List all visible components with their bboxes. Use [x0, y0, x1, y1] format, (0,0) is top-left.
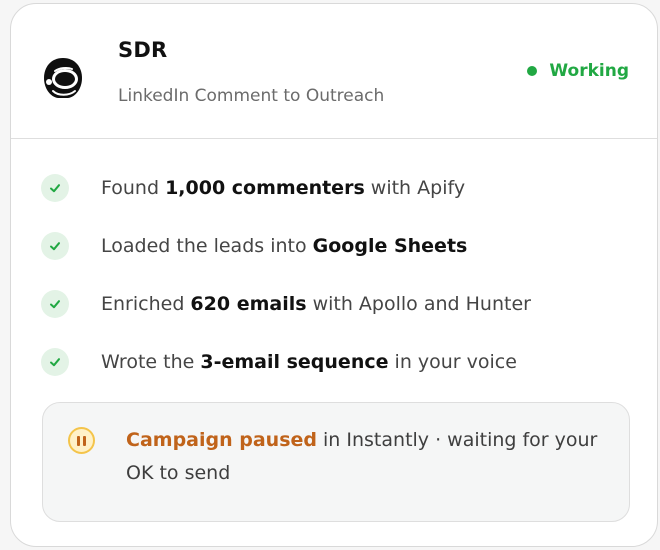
step-text: Loaded the leads into Google Sheets: [101, 235, 467, 257]
step-text: Wrote the 3-email sequence in your voice: [101, 351, 517, 373]
status-dot-icon: [527, 66, 538, 76]
agent-card: SDR LinkedIn Comment to Outreach Working…: [10, 3, 658, 547]
check-icon: [41, 232, 69, 260]
status-label: Working: [549, 61, 629, 81]
step-suffix: with Apollo and Hunter: [306, 293, 531, 315]
step-suffix: with Apify: [364, 177, 466, 199]
step-text: Enriched 620 emails with Apollo and Hunt…: [101, 293, 531, 315]
step-highlight: 3-email sequence: [200, 351, 389, 373]
list-item: Enriched 620 emails with Apollo and Hunt…: [41, 284, 531, 324]
campaign-paused-notice: Campaign paused in Instantly · waiting f…: [42, 402, 630, 522]
list-item: Wrote the 3-email sequence in your voice: [41, 342, 517, 382]
status-indicator: Working: [527, 61, 629, 81]
step-prefix: Wrote the: [101, 351, 201, 373]
step-prefix: Loaded the leads into: [101, 235, 313, 257]
notice-message: Campaign paused in Instantly · waiting f…: [126, 424, 606, 490]
astronaut-helmet-icon: [41, 55, 85, 101]
pause-icon: [68, 427, 95, 454]
list-item: Found 1,000 commenters with Apify: [41, 168, 465, 208]
check-icon: [41, 290, 69, 318]
step-highlight: Google Sheets: [312, 235, 468, 257]
step-text: Found 1,000 commenters with Apify: [101, 177, 465, 199]
step-highlight: 620 emails: [190, 293, 307, 315]
notice-status: Campaign paused: [126, 429, 317, 451]
agent-name: SDR: [118, 38, 168, 62]
check-icon: [41, 174, 69, 202]
step-suffix: in your voice: [388, 351, 517, 373]
step-prefix: Enriched: [101, 293, 191, 315]
step-highlight: 1,000 commenters: [165, 177, 365, 199]
step-prefix: Found: [101, 177, 166, 199]
card-header: SDR LinkedIn Comment to Outreach Working: [11, 4, 657, 139]
agent-workflow-subtitle: LinkedIn Comment to Outreach: [118, 86, 385, 106]
check-icon: [41, 348, 69, 376]
list-item: Loaded the leads into Google Sheets: [41, 226, 467, 266]
